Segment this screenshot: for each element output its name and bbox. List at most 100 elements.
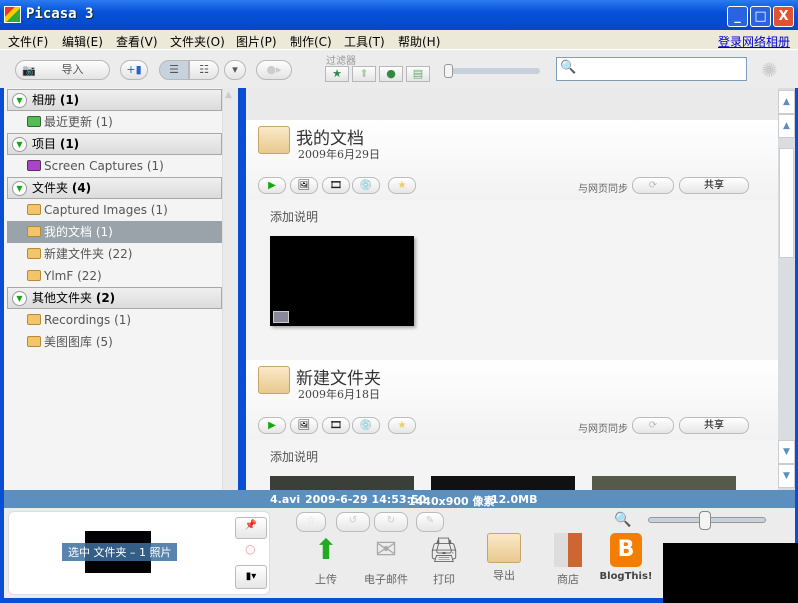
import-button[interactable]: 📷 导入 [15, 60, 110, 80]
email-button[interactable]: ✉ 电子邮件 [358, 533, 414, 587]
menu-help[interactable]: 帮助(H) [398, 33, 440, 50]
scroll-up-icon[interactable]: ▲ [225, 90, 232, 100]
blogthis-button[interactable]: B BlogThis! [598, 533, 654, 582]
menu-picture[interactable]: 图片(P) [236, 33, 277, 50]
tag-button[interactable]: ✎ [416, 512, 444, 532]
sidebar: ▼ 相册 (1) 最近更新 (1) ▼ 项目 (1) Screen Captures… [4, 88, 238, 490]
photo-thumbnail[interactable] [270, 476, 414, 490]
people-button[interactable]: ●▸ [256, 60, 292, 80]
clear-selection-icon[interactable]: ○ [245, 542, 255, 556]
menu-create[interactable]: 制作(C) [290, 33, 332, 50]
dropdown-button[interactable]: ▾ [224, 60, 246, 80]
section-other-folders[interactable]: ▼ 其他文件夹 (2) [7, 287, 222, 309]
upload-button[interactable]: ⬆ 上传 [298, 533, 354, 587]
movie-button[interactable]: 🎞 [322, 417, 350, 434]
section-label: 其他文件夹 [32, 291, 93, 305]
print-button[interactable]: 🖨 打印 [416, 533, 472, 587]
camera-icon: 📷 [22, 64, 36, 77]
star-photo-button[interactable]: ☆ [296, 512, 326, 532]
export-button[interactable]: 导出 [476, 533, 532, 583]
add-to-album-button[interactable]: +▮ [120, 60, 148, 80]
filter-uploaded-icon[interactable]: ⬆ [352, 66, 376, 82]
sidebar-scrollbar[interactable]: ▲ [222, 88, 238, 490]
sidebar-item-captured-images[interactable]: Captured Images (1) [7, 199, 222, 221]
search-input[interactable]: 🔍 [556, 57, 747, 81]
sidebar-item-recordings[interactable]: Recordings (1) [7, 309, 222, 331]
action-label: 上传 [315, 573, 337, 586]
folder-icon [27, 248, 41, 259]
collage-button[interactable]: 🖼 [290, 177, 318, 194]
photo-thumbnail[interactable] [592, 476, 736, 490]
list-view-button[interactable]: ☰ [159, 60, 189, 80]
video-thumbnail[interactable] [270, 236, 414, 326]
menu-file[interactable]: 文件(F) [8, 33, 48, 50]
sidebar-item-new-folder[interactable]: 新建文件夹 (22) [7, 243, 222, 265]
scroll-top-icon[interactable]: ▲ [778, 90, 795, 114]
menu-tools[interactable]: 工具(T) [344, 33, 385, 50]
play-slideshow-button[interactable]: ▶ [258, 417, 286, 434]
folder-icon [27, 270, 41, 281]
section-folders[interactable]: ▼ 文件夹 (4) [7, 177, 222, 199]
collage-button[interactable]: 🖼 [290, 417, 318, 434]
tree-view-button[interactable]: ☷ [189, 60, 219, 80]
play-slideshow-button[interactable]: ▶ [258, 177, 286, 194]
main-scrollbar[interactable]: ▲ ▲ ▼ ▼ [778, 88, 795, 490]
login-web-albums-link[interactable]: 登录网络相册 [718, 33, 790, 50]
star-button[interactable]: ★ [388, 417, 416, 434]
close-button[interactable]: X [773, 6, 794, 27]
menu-folder[interactable]: 文件夹(O) [170, 33, 225, 50]
star-button[interactable]: ★ [388, 177, 416, 194]
album-header: 新建文件夹 2009年6月18日 ▶ 🖼 🎞 💿 ★ 与网页同步 ⟳ 共享 [246, 360, 778, 440]
rotate-right-button[interactable]: ↻ [374, 512, 408, 532]
rotate-left-button[interactable]: ↺ [336, 512, 370, 532]
scroll-bottom-icon[interactable]: ▼ [778, 464, 795, 488]
scroll-page-up-icon[interactable]: ▲ [778, 114, 795, 138]
filter-label: 过滤器 [326, 56, 356, 67]
filter-slider-thumb[interactable] [444, 64, 453, 78]
minimize-button[interactable]: _ [727, 6, 748, 27]
filter-video-icon[interactable]: ▤ [406, 66, 430, 82]
add-to-album-dropdown[interactable]: ▮▾ [235, 565, 267, 589]
maximize-button[interactable]: □ [750, 6, 771, 27]
cd-button[interactable]: 💿 [352, 177, 380, 194]
search-icon: 🔍 [560, 60, 577, 75]
scroll-page-down-icon[interactable]: ▼ [778, 440, 795, 464]
add-caption[interactable]: 添加说明 [270, 208, 318, 225]
share-button[interactable]: 共享 [679, 177, 749, 194]
selection-tray: 选中 文件夹 – 1 照片 📌 ○ ▮▾ [8, 511, 270, 595]
export-folder-icon [487, 533, 521, 563]
movie-button[interactable]: 🎞 [322, 177, 350, 194]
sync-label: 与网页同步 [578, 424, 628, 435]
sidebar-item-my-documents[interactable]: 我的文档 (1) [7, 221, 222, 243]
album-green-icon [27, 116, 41, 127]
sidebar-item-recent[interactable]: 最近更新 (1) [7, 111, 222, 133]
section-count: (1) [59, 93, 80, 107]
thumbnail-size-thumb[interactable] [699, 511, 711, 530]
hold-pin-button[interactable]: 📌 [235, 517, 267, 539]
section-albums[interactable]: ▼ 相册 (1) [7, 89, 222, 111]
sync-toggle[interactable]: ⟳ [632, 177, 674, 194]
section-projects[interactable]: ▼ 项目 (1) [7, 133, 222, 155]
menu-view[interactable]: 查看(V) [116, 33, 158, 50]
expand-icon: ▼ [12, 137, 27, 152]
section-label: 项目 [32, 137, 57, 151]
scrollbar-thumb[interactable] [779, 148, 794, 258]
sidebar-item-ylmf[interactable]: YlmF (22) [7, 265, 222, 287]
cd-button[interactable]: 💿 [352, 417, 380, 434]
add-caption[interactable]: 添加说明 [270, 448, 318, 465]
share-button[interactable]: 共享 [679, 417, 749, 434]
filter-starred-icon[interactable]: ★ [325, 66, 349, 82]
sync-toggle[interactable]: ⟳ [632, 417, 674, 434]
filter-faces-icon[interactable]: ● [379, 66, 403, 82]
blogger-icon: B [610, 533, 642, 567]
shop-button[interactable]: 商店 [540, 533, 596, 587]
menu-edit[interactable]: 编辑(E) [62, 33, 103, 50]
photo-thumbnail[interactable] [431, 476, 575, 490]
item-label: Screen Captures (1) [44, 159, 164, 173]
expand-icon: ▼ [12, 93, 27, 108]
action-label: BlogThis! [599, 571, 653, 582]
sidebar-item-meitu[interactable]: 美图图库 (5) [7, 331, 222, 353]
filter-slider-track[interactable] [446, 68, 540, 74]
sidebar-item-screen-captures[interactable]: Screen Captures (1) [7, 155, 222, 177]
item-label: Captured Images (1) [44, 203, 168, 217]
